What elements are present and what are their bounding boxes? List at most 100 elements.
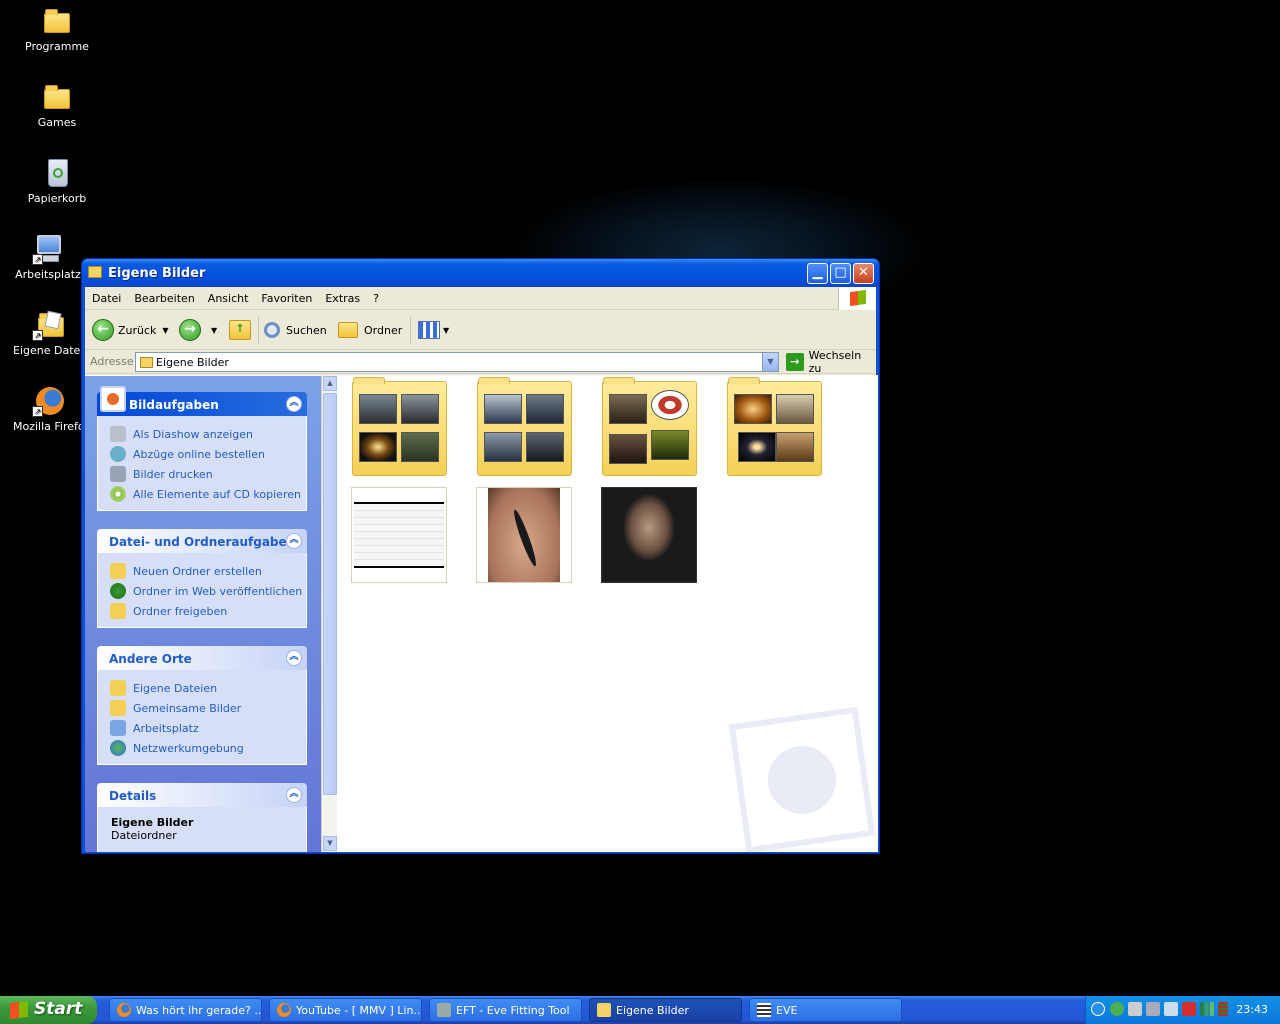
taskbar-button-active[interactable]: Eigene Bilder [589, 998, 742, 1022]
menu-help[interactable]: ? [366, 287, 385, 309]
back-button[interactable]: ← Zurück ▼ [92, 316, 169, 344]
scroll-up-icon[interactable]: ▲ [323, 376, 337, 391]
maximize-button[interactable]: □ [830, 263, 851, 284]
speaker-icon[interactable] [1146, 1002, 1160, 1016]
firefox-icon: ↗ [32, 385, 64, 417]
start-button[interactable]: Start [0, 996, 97, 1024]
collapse-chevron-icon[interactable]: ︽ [286, 650, 302, 666]
panel-body: Neuen Ordner erstellen Ordner im Web ver… [97, 553, 307, 628]
taskbar-button[interactable]: YouTube - [ MMV ] Lin... [269, 998, 422, 1022]
image-thumbnail[interactable] [476, 487, 572, 583]
antivirus-icon[interactable] [1182, 1002, 1196, 1016]
clock[interactable]: 23:43 [1236, 1003, 1268, 1016]
desktop-icon-recycle-bin[interactable]: Papierkorb [17, 157, 97, 205]
task-link[interactable]: Abzüge online bestellen [110, 444, 306, 464]
back-label: Zurück [118, 323, 157, 337]
desktop-icon-label: Games [37, 116, 77, 129]
panel-header[interactable]: Details ︽ [97, 783, 307, 807]
folder-icon [41, 81, 73, 113]
up-folder-icon: ↑ [229, 320, 251, 340]
documents-folder-icon: ↗ [32, 309, 64, 341]
search-icon [264, 322, 280, 338]
recycle-bin-icon [41, 157, 73, 189]
task-link-label: Ordner im Web veröffentlichen [133, 584, 303, 598]
firefox-icon [277, 1003, 291, 1017]
task-link-label: Alle Elemente auf CD kopieren [133, 487, 301, 501]
task-link[interactable]: Gemeinsame Bilder [110, 698, 306, 718]
task-link[interactable]: Bilder drucken [110, 464, 306, 484]
desktop-icon-firefox[interactable]: ↗ Mozilla Firefox [13, 385, 83, 433]
task-link[interactable]: Als Diashow anzeigen [110, 424, 306, 444]
network-icon [110, 740, 126, 756]
folder-thumbnail[interactable] [352, 377, 447, 476]
chevron-down-icon[interactable]: ▼ [211, 326, 217, 335]
task-link[interactable]: Netzwerkumgebung [110, 738, 306, 758]
desktop-icon-my-computer[interactable]: ↗ Arbeitsplatz [13, 233, 83, 281]
vertical-scrollbar[interactable]: ▲ ▼ [321, 375, 337, 852]
task-link[interactable]: Neuen Ordner erstellen [110, 561, 306, 581]
views-button[interactable]: ▼ [418, 316, 449, 344]
taskbar-button[interactable]: Was hört ihr gerade? ... [109, 998, 262, 1022]
task-link[interactable]: Eigene Dateien [110, 678, 306, 698]
tray-expand-icon[interactable] [1091, 1002, 1105, 1016]
tray-app-icon[interactable] [1128, 1002, 1142, 1016]
meter-icon[interactable] [1218, 1002, 1228, 1016]
search-button[interactable]: Suchen [264, 316, 327, 344]
desktop-icon-programme[interactable]: Programme [17, 5, 97, 53]
collapse-chevron-icon[interactable]: ︽ [286, 787, 302, 803]
scroll-thumb[interactable] [323, 393, 337, 795]
folder-thumbnail[interactable] [477, 377, 572, 476]
up-folder-button[interactable]: ↑ [229, 316, 251, 344]
chevron-down-icon: ▼ [443, 325, 450, 335]
task-link[interactable]: Ordner im Web veröffentlichen [110, 581, 306, 601]
taskbar-button-label: YouTube - [ MMV ] Lin... [296, 1004, 422, 1017]
image-thumbnail[interactable] [601, 487, 697, 583]
desktop-icon-label: Programme [25, 40, 89, 53]
network-icon[interactable] [1164, 1002, 1178, 1016]
scroll-down-icon[interactable]: ▼ [323, 836, 337, 851]
close-button[interactable]: ✕ [853, 263, 874, 284]
explorer-window[interactable]: Eigene Bilder ▁ □ ✕ Datei Bearbeiten Ansic… [81, 258, 880, 854]
task-pane: Bildaufgaben ︽ Als Diashow anzeigen Abzü… [85, 375, 321, 852]
menu-extras[interactable]: Extras [318, 287, 366, 309]
panel-title: Details [109, 789, 157, 803]
desktop-icon-label: Eigene Dateien [13, 344, 83, 357]
menu-ansicht[interactable]: Ansicht [201, 287, 255, 309]
eve-icon [757, 1003, 771, 1017]
desktop-icon-games[interactable]: Games [17, 81, 97, 129]
chevron-down-icon[interactable]: ▼ [762, 353, 778, 371]
menu-favoriten[interactable]: Favoriten [254, 287, 318, 309]
address-input[interactable]: Eigene Bilder ▼ [135, 352, 779, 372]
folder-icon [41, 5, 73, 37]
collapse-chevron-icon[interactable]: ︽ [286, 533, 302, 549]
panel-header[interactable]: Bildaufgaben ︽ [97, 386, 307, 416]
folder-thumbnail[interactable] [602, 377, 697, 476]
minimize-button[interactable]: ▁ [807, 263, 828, 284]
task-link[interactable]: Ordner freigeben [110, 601, 306, 621]
folder-thumbnail[interactable] [727, 377, 822, 476]
tray-app-icon[interactable] [1110, 1002, 1124, 1016]
taskbar-button[interactable]: EFT - Eve Fitting Tool [429, 998, 582, 1022]
panel-header[interactable]: Datei- und Ordneraufgaben ︽ [97, 529, 307, 553]
signal-icon[interactable] [1200, 1002, 1214, 1016]
task-link[interactable]: Arbeitsplatz [110, 718, 306, 738]
collapse-chevron-icon[interactable]: ︽ [286, 396, 302, 412]
panel-header[interactable]: Andere Orte ︽ [97, 646, 307, 670]
forward-button[interactable]: → ▼ [179, 316, 217, 344]
desktop-icon-my-documents[interactable]: ↗ Eigene Dateien [13, 309, 83, 357]
title-bar[interactable]: Eigene Bilder ▁ □ ✕ [82, 259, 879, 287]
task-link[interactable]: Alle Elemente auf CD kopieren [110, 484, 306, 504]
taskbar-button[interactable]: EVE [749, 998, 902, 1022]
folders-button[interactable]: Ordner [338, 316, 402, 344]
panel-title: Datei- und Ordneraufgaben [109, 535, 296, 549]
image-thumbnail[interactable] [351, 487, 447, 583]
menu-datei[interactable]: Datei [85, 287, 127, 309]
panel-details: Details ︽ Eigene Bilder Dateiordner [97, 783, 307, 852]
panel-bildaufgaben: Bildaufgaben ︽ Als Diashow anzeigen Abzü… [97, 386, 307, 511]
taskbar: Start Was hört ihr gerade? ... YouTube -… [0, 996, 1280, 1024]
go-button[interactable]: → Wechseln zu [786, 349, 876, 375]
chevron-down-icon[interactable]: ▼ [162, 326, 168, 335]
windows-logo-icon [10, 1000, 28, 1020]
forward-arrow-icon: → [179, 319, 201, 341]
menu-bearbeiten[interactable]: Bearbeiten [127, 287, 200, 309]
